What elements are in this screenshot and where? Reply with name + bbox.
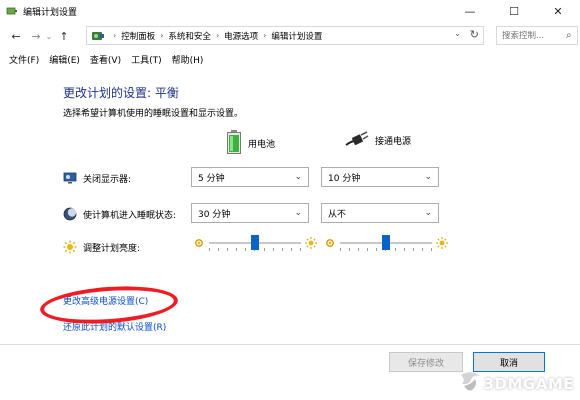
brightness-battery-track[interactable] [209, 235, 301, 251]
display-battery-value: 5 分钟 [198, 173, 225, 184]
battery-column-header: 用电池 [226, 130, 275, 157]
brightness-label: 调整计划亮度: [83, 243, 141, 254]
menu-file[interactable]: 文件(F) [9, 53, 39, 66]
turn-off-display-row: 关闭显示器: [63, 171, 131, 185]
title-bar: 编辑计划设置 — ☐ ✕ [0, 0, 580, 22]
breadcrumb-power-options[interactable]: 电源选项 [224, 30, 258, 42]
breadcrumb-control-panel[interactable]: 控制面板 [121, 30, 155, 42]
power-plug-icon [345, 130, 369, 151]
plugged-column-header: 接通电源 [345, 130, 411, 151]
battery-column-label: 用电池 [248, 140, 276, 150]
maximize-button[interactable]: ☐ [492, 0, 536, 22]
dim-sun-icon [193, 237, 205, 249]
chevron-down-icon: ⌄ [424, 208, 432, 218]
search-box[interactable]: ⌕ [496, 26, 578, 45]
battery-icon [226, 130, 242, 157]
control-panel-icon [91, 29, 105, 43]
brightness-battery-slider [193, 235, 317, 251]
up-button[interactable]: ↑ [56, 30, 72, 43]
brightness-row: 调整计划亮度: [63, 240, 140, 254]
breadcrumb-edit-plan[interactable]: 编辑计划设置 [271, 30, 322, 42]
brightness-battery-thumb[interactable] [251, 235, 259, 250]
search-icon[interactable]: ⌕ [566, 30, 572, 41]
sleep-battery-value: 30 分钟 [198, 209, 231, 220]
monitor-icon [63, 171, 77, 185]
chevron-down-icon: ⌄ [294, 172, 302, 182]
sleep-battery-select[interactable]: 30 分钟 ⌄ [191, 203, 309, 223]
page-description: 选择希望计算机使用的睡眠设置和显示设置。 [63, 109, 244, 119]
sleep-row: 使计算机进入睡眠状态: [63, 207, 176, 221]
menu-help[interactable]: 帮助(H) [172, 53, 204, 66]
minimize-button[interactable]: — [448, 0, 492, 22]
moon-icon [63, 207, 77, 221]
3dm-logo-icon [458, 371, 484, 396]
search-input[interactable] [502, 30, 566, 41]
window-title: 编辑计划设置 [23, 7, 78, 18]
sleep-label: 使计算机进入睡眠状态: [83, 210, 177, 221]
brightness-plugged-slider [324, 235, 448, 251]
breadcrumb-system-security[interactable]: 系统和安全 [168, 30, 211, 42]
address-bar[interactable]: › 控制面板 › 系统和安全 › 电源选项 › 编辑计划设置 ⌄ ↻ [86, 26, 484, 45]
display-plugged-value: 10 分钟 [328, 173, 361, 184]
forward-button[interactable]: → [28, 30, 44, 43]
bright-sun-icon [305, 237, 317, 249]
footer-divider [0, 344, 580, 345]
menu-bar: 文件(F) 编辑(E) 查看(V) 工具(T) 帮助(H) [0, 50, 580, 68]
navigation-bar: ← → ⌄ ↑ › 控制面板 › 系统和安全 › 电源选项 › 编辑计划设置 ⌄… [0, 24, 580, 48]
display-plugged-select[interactable]: 10 分钟 ⌄ [321, 167, 439, 187]
watermark-text: 3DMGAME [483, 374, 574, 393]
chevron-down-icon: ⌄ [294, 208, 302, 218]
refresh-icon[interactable]: ↻ [470, 28, 479, 41]
power-options-icon [6, 5, 18, 17]
turn-off-display-label: 关闭显示器: [83, 174, 132, 185]
brightness-plugged-thumb[interactable] [382, 235, 390, 250]
save-changes-button[interactable]: 保存修改 [389, 352, 463, 372]
chevron-down-icon: ⌄ [424, 172, 432, 182]
page-title: 更改计划的设置: 平衡 [63, 86, 179, 100]
sleep-plugged-value: 从不 [328, 209, 347, 220]
dim-sun-icon [324, 237, 336, 249]
sleep-plugged-select[interactable]: 从不 ⌄ [321, 203, 439, 223]
bright-sun-icon [436, 237, 448, 249]
menu-edit[interactable]: 编辑(E) [49, 53, 80, 66]
recent-locations-button[interactable]: ⌄ [44, 32, 54, 41]
breadcrumb: › 控制面板 › 系统和安全 › 电源选项 › 编辑计划设置 [113, 30, 323, 42]
address-dropdown-icon[interactable]: ⌄ [454, 29, 461, 38]
close-button[interactable]: ✕ [536, 0, 580, 22]
display-battery-select[interactable]: 5 分钟 ⌄ [191, 167, 309, 187]
brightness-icon [63, 240, 77, 254]
cancel-button[interactable]: 取消 [473, 352, 545, 372]
menu-view[interactable]: 查看(V) [90, 53, 121, 66]
watermark: 3DMGAME [458, 371, 574, 396]
back-button[interactable]: ← [8, 30, 24, 43]
brightness-plugged-track[interactable] [340, 235, 432, 251]
plugged-column-label: 接通电源 [375, 137, 412, 147]
menu-tools[interactable]: 工具(T) [131, 53, 162, 66]
